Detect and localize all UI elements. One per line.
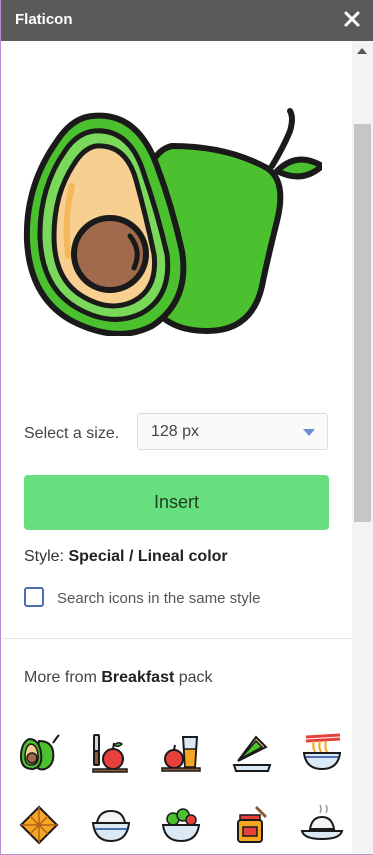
- rice-plate-icon[interactable]: [300, 803, 344, 847]
- style-value: Special / Lineal color: [68, 548, 228, 565]
- title-bar: Flaticon: [1, 0, 373, 41]
- panel-content: Select a size. 128 px Insert Style: Spec…: [2, 41, 352, 854]
- sandwich-icon[interactable]: [230, 731, 274, 775]
- search-same-style-label: Search icons in the same style: [57, 590, 261, 607]
- addon-panel: Flaticon Select a size. 128 px Insert St…: [0, 0, 373, 855]
- search-same-style-checkbox[interactable]: [24, 587, 44, 607]
- salad-bowl-icon[interactable]: [159, 803, 203, 847]
- close-icon[interactable]: [342, 9, 362, 29]
- pack-name[interactable]: Breakfast: [101, 669, 174, 686]
- divider: [2, 638, 352, 639]
- scrollbar[interactable]: [352, 41, 373, 854]
- more-suffix: pack: [178, 669, 213, 686]
- size-select-value: 128 px: [151, 423, 200, 440]
- more-prefix: More from: [24, 669, 97, 686]
- preview-avocado-icon: [22, 76, 325, 337]
- panel-title: Flaticon: [15, 11, 73, 28]
- honey-jar-icon[interactable]: [230, 803, 274, 847]
- scrollbar-thumb[interactable]: [354, 124, 371, 522]
- style-prefix: Style:: [24, 548, 65, 565]
- rice-bowl-icon[interactable]: [89, 803, 133, 847]
- insert-button[interactable]: Insert: [24, 475, 329, 530]
- scroll-up-arrow-icon[interactable]: [357, 48, 367, 54]
- apple-knife-icon[interactable]: [89, 731, 133, 775]
- noodles-bowl-icon[interactable]: [300, 731, 344, 775]
- waffle-icon[interactable]: [17, 803, 61, 847]
- juice-apple-icon[interactable]: [159, 731, 203, 775]
- size-select[interactable]: 128 px: [137, 413, 328, 450]
- more-from-pack: More from Breakfast pack: [24, 669, 213, 687]
- avocado-icon[interactable]: [17, 731, 61, 775]
- style-info: Style: Special / Lineal color: [24, 548, 228, 566]
- size-label: Select a size.: [24, 425, 120, 442]
- chevron-down-icon: [303, 429, 315, 436]
